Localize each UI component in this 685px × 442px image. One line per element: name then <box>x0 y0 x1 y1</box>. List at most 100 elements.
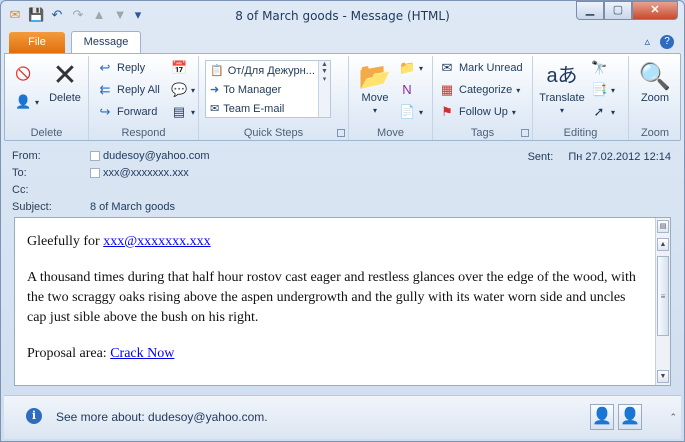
reply-all-button[interactable]: ⇇ Reply All <box>97 82 160 98</box>
group-label-tags: Tags <box>470 127 495 139</box>
move-folder-icon: 📂 <box>358 61 392 91</box>
im-button[interactable]: 💬 ▾ <box>171 82 195 98</box>
more-icon: ▤ <box>172 104 186 119</box>
scroll-up-button[interactable]: ▲ <box>657 238 669 251</box>
cursor-icon: ➚ <box>593 104 605 119</box>
delete-label: Delete <box>49 92 81 104</box>
close-button[interactable]: ✕ <box>632 1 678 20</box>
translate-label: Translate <box>539 92 585 104</box>
delete-button[interactable]: ✕ Delete <box>45 59 85 105</box>
ribbon-tabs: File Message <box>9 31 141 53</box>
zoom-label: Zoom <box>640 92 670 104</box>
categorize-icon: ▦ <box>440 82 454 97</box>
select-button[interactable]: ➚ ▾ <box>591 104 615 120</box>
quick-step-icon: 📋 <box>210 65 224 77</box>
flag-icon: ⚑ <box>441 104 453 119</box>
quick-steps-scroll[interactable]: ▲ ▼ ▾ <box>318 61 330 117</box>
follow-up-button[interactable]: ⚑ Follow Up ▾ <box>439 104 516 120</box>
calendar-icon: 📅 <box>171 60 188 75</box>
scroll-thumb[interactable]: ≡ <box>657 256 669 336</box>
window-controls: ▁ ▢ ✕ <box>576 1 678 20</box>
onenote-button[interactable]: N <box>399 82 415 98</box>
more-respond-button[interactable]: ▤ ▾ <box>171 104 195 120</box>
delete-x-icon: ✕ <box>52 59 78 92</box>
minimize-ribbon-icon[interactable]: ▵ <box>644 35 650 49</box>
reply-icon: ↩ <box>99 60 111 75</box>
group-label-move: Move <box>377 127 404 139</box>
team-email-icon: ✉ <box>210 103 220 115</box>
to-row: To: xxx@xxxxxxx.xxx <box>12 167 189 179</box>
rules-button[interactable]: 📁 ▾ <box>399 60 423 76</box>
rules-icon: 📁 <box>399 60 416 75</box>
quick-step-team-email[interactable]: ✉ Team E-mail <box>206 99 330 118</box>
from-value[interactable]: dudesoy@yahoo.com <box>103 150 210 162</box>
quick-step-item[interactable]: 📋 От/Для Дежурн... <box>206 61 330 80</box>
reply-all-icon: ⇇ <box>99 82 111 97</box>
actions-icon: 📄 <box>399 104 416 119</box>
meeting-button[interactable]: 📅 <box>171 60 187 76</box>
maximize-button[interactable]: ▢ <box>604 1 632 20</box>
help-icon[interactable]: ? <box>660 35 674 49</box>
body-scrollbar[interactable]: ▤ ▲ ≡ ▼ <box>655 218 670 385</box>
minimize-button[interactable]: ▁ <box>576 1 604 20</box>
to-value[interactable]: xxx@xxxxxxx.xxx <box>103 167 189 179</box>
move-group: 📂 Move ▾ 📁 ▾ N 📄 ▾ Move <box>349 56 433 140</box>
translate-button[interactable]: aあ Translate ▾ <box>537 60 587 116</box>
subject-value: 8 of March goods <box>90 201 175 213</box>
from-label: From: <box>12 150 41 162</box>
instant-message-icon: 💬 <box>171 82 188 97</box>
related-button[interactable]: 📑 ▾ <box>591 82 615 98</box>
quick-step-to-manager[interactable]: ➜ To Manager <box>206 80 330 99</box>
mark-unread-button[interactable]: ✉ Mark Unread <box>439 60 523 76</box>
magnifier-icon: 🔍 <box>638 61 672 91</box>
tags-group: ✉ Mark Unread ▦ Categorize ▾ ⚑ Follow Up ▾ Ta… <box>433 56 533 140</box>
from-row: From: dudesoy@yahoo.com <box>12 150 210 162</box>
see-more-text[interactable]: See more about: dudesoy@yahoo.com. <box>56 410 268 424</box>
group-label-respond: Respond <box>121 127 166 139</box>
ignore-icon: 🚫 <box>15 66 32 81</box>
outlook-message-window: ✉ 💾 ↶ ↷ ▲ ▼ ▾ 8 of March goods - Message… <box>0 0 685 442</box>
avatar[interactable]: 👤 <box>590 404 614 430</box>
quick-steps-launcher[interactable] <box>337 129 345 137</box>
tab-file[interactable]: File <box>9 32 65 53</box>
editing-group: aあ Translate ▾ 🔭 📑 ▾ ➚ ▾ Editing <box>533 56 629 140</box>
sender-presence-icon <box>90 151 100 161</box>
onenote-icon: N <box>402 82 412 97</box>
move-button[interactable]: 📂 Move ▾ <box>357 60 393 116</box>
avatar[interactable]: 👤 <box>618 404 642 430</box>
recipient-presence-icon <box>90 168 100 178</box>
ribbon: 🚫 👤 ▾ ✕ Delete Delete ↩ Reply ⇇ Reply All ↪… <box>4 53 681 141</box>
zoom-button[interactable]: 🔍 Zoom <box>633 60 677 104</box>
message-body-text: Gleefully for xxx@xxxxxxx.xxx A thousand… <box>27 232 642 380</box>
group-label-delete: Delete <box>30 127 63 139</box>
expand-people-pane-icon[interactable]: ⌃ <box>669 412 677 423</box>
find-button[interactable]: 🔭 <box>591 60 607 76</box>
message-body[interactable]: Gleefully for xxx@xxxxxxx.xxx A thousand… <box>14 217 671 386</box>
greeting-email-link[interactable]: xxx@xxxxxxx.xxx <box>103 234 210 249</box>
actions-button[interactable]: 📄 ▾ <box>399 104 423 120</box>
proposal-line: Proposal area: Crack Now <box>27 346 175 361</box>
people-pane: i See more about: dudesoy@yahoo.com. 👤 👤… <box>4 395 681 439</box>
message-options-icon[interactable]: ▤ <box>657 220 669 233</box>
cc-label: Cc: <box>12 184 29 196</box>
group-label-zoom: Zoom <box>640 127 670 139</box>
crack-now-link[interactable]: Crack Now <box>110 346 174 361</box>
tab-message[interactable]: Message <box>71 31 141 53</box>
info-icon: i <box>26 408 42 424</box>
scroll-down-button[interactable]: ▼ <box>657 370 669 383</box>
subject-row: Subject: 8 of March goods <box>12 201 175 213</box>
to-manager-icon: ➜ <box>210 84 220 96</box>
related-icon: 📑 <box>591 82 608 97</box>
junk-button[interactable]: 👤 ▾ <box>15 94 39 110</box>
forward-button[interactable]: ↪ Forward <box>97 104 158 120</box>
quick-steps-gallery: 📋 От/Для Дежурн... ➜ To Manager ✉ Team E-ma… <box>205 60 331 118</box>
group-label-quick-steps: Quick Steps <box>243 127 304 139</box>
sent-label: Sent: <box>527 151 554 163</box>
delete-group: 🚫 👤 ▾ ✕ Delete Delete <box>5 56 89 140</box>
reply-button[interactable]: ↩ Reply <box>97 60 146 76</box>
tags-launcher[interactable] <box>521 129 529 137</box>
categorize-button[interactable]: ▦ Categorize ▾ <box>439 82 520 98</box>
group-label-editing: Editing <box>563 127 598 139</box>
message-header: From: dudesoy@yahoo.com Sent: Пн 27.02.2… <box>4 145 681 217</box>
ignore-button[interactable]: 🚫 <box>15 66 31 82</box>
